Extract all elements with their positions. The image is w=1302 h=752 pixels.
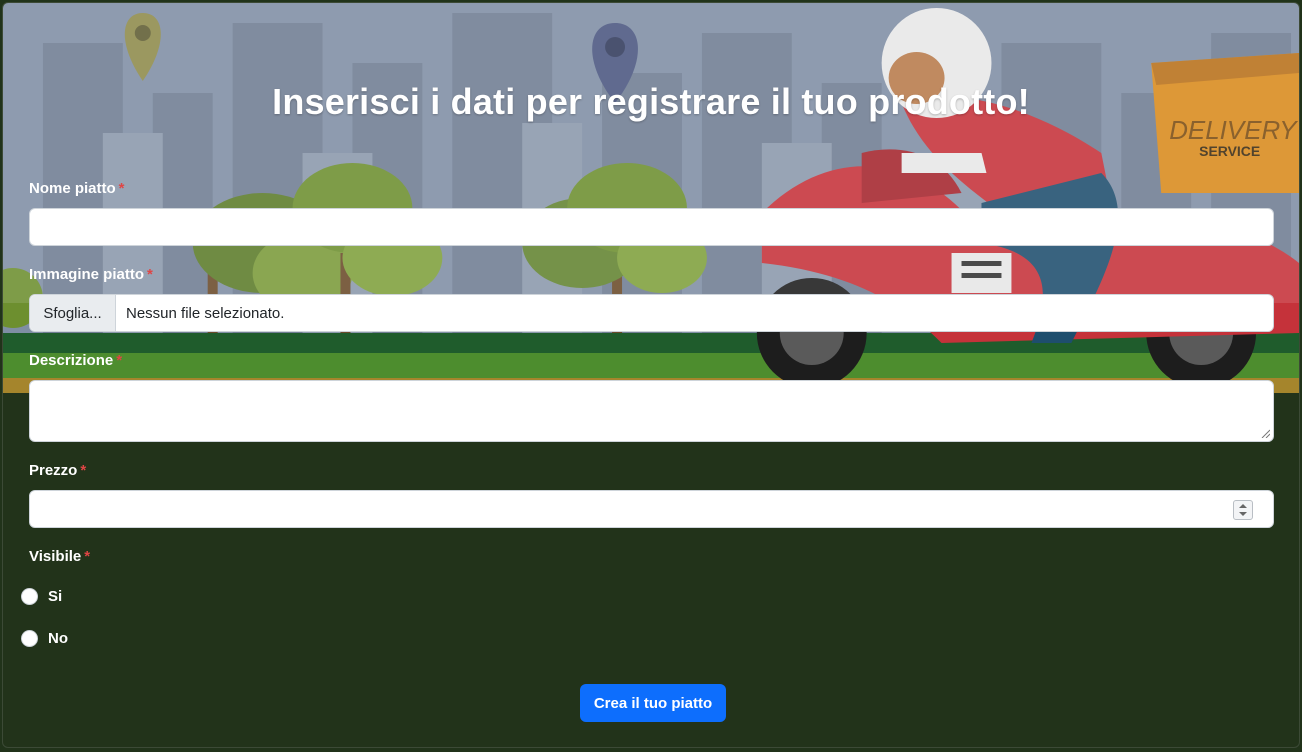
required-mark: * xyxy=(118,180,125,197)
required-mark: * xyxy=(147,266,153,283)
description-textarea[interactable] xyxy=(29,380,1274,442)
price-input[interactable] xyxy=(29,490,1274,528)
description-label-text: Descrizione xyxy=(29,352,114,369)
price-label-text: Prezzo xyxy=(29,462,78,479)
submit-button[interactable]: Crea il tuo piatto xyxy=(580,684,726,722)
radio-label: Si xyxy=(48,588,63,605)
name-label: Nome piatto * xyxy=(29,180,125,197)
visible-label-text: Visibile xyxy=(29,548,82,565)
image-label-text: Immagine piatto xyxy=(29,266,145,283)
required-mark: * xyxy=(80,462,87,479)
number-spinner-icon[interactable] xyxy=(1233,500,1253,520)
page-title: Inserisci i dati per registrare il tuo p… xyxy=(272,81,1030,122)
visible-label: Visibile * xyxy=(29,548,90,565)
form-page: DELIVERY SERVICE Inserisci i dati per re… xyxy=(2,2,1300,748)
image-label: Immagine piatto * xyxy=(29,266,153,283)
radio-label: No xyxy=(48,630,68,647)
radio-option-si[interactable]: Si xyxy=(21,588,62,605)
name-label-text: Nome piatto xyxy=(29,180,116,197)
description-label: Descrizione * xyxy=(29,352,122,369)
required-mark: * xyxy=(116,352,123,369)
resize-handle-icon[interactable] xyxy=(1260,428,1270,438)
radio-option-no[interactable]: No xyxy=(21,630,68,647)
price-label: Prezzo * xyxy=(29,462,86,479)
radio-button[interactable] xyxy=(21,630,38,647)
radio-button[interactable] xyxy=(21,588,38,605)
browse-button[interactable]: Sfoglia... xyxy=(30,295,116,331)
image-file-input[interactable]: Sfoglia... Nessun file selezionato. xyxy=(29,294,1274,332)
name-input[interactable] xyxy=(29,208,1274,246)
required-mark: * xyxy=(84,548,91,565)
file-status: Nessun file selezionato. xyxy=(126,304,285,322)
